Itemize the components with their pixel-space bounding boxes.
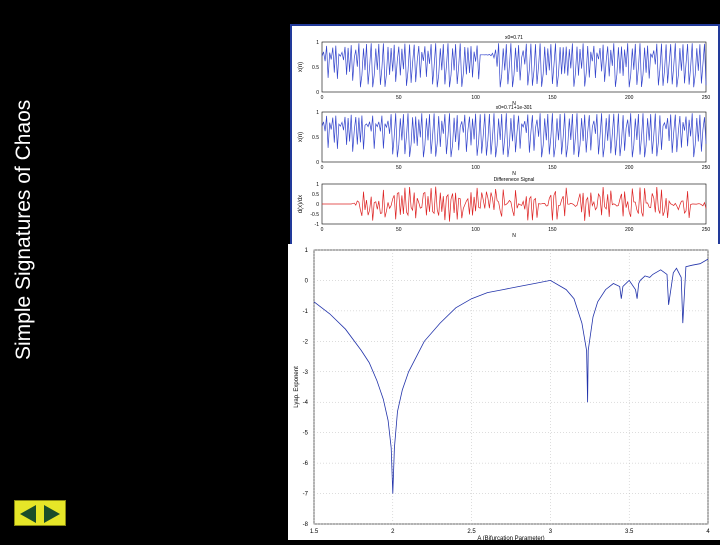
panel-ylabel: x(n): [298, 62, 304, 72]
triangle-left-icon[interactable]: [20, 505, 36, 523]
triangle-right-icon[interactable]: [44, 505, 60, 523]
x-tick-label: 250: [702, 95, 711, 101]
panel-ylabel: x(n): [298, 132, 304, 142]
panel-title: x0=0.71: [505, 35, 523, 41]
y-tick-label: -0.5: [310, 212, 319, 218]
y-tick-label: 0: [316, 90, 319, 96]
panel-title: x0=0.71+1e-301: [496, 105, 533, 111]
x-tick-label: 200: [625, 165, 634, 171]
x-tick-label: 3: [549, 529, 553, 535]
y-tick-label: -6: [303, 461, 309, 467]
x-tick-label: 250: [702, 227, 711, 233]
x-tick-label: 0: [321, 227, 324, 233]
y-axis-label: Lyap. Exponent: [294, 366, 300, 408]
y-tick-label: 1: [305, 248, 309, 254]
y-tick-label: -8: [303, 522, 309, 528]
plot-area: [313, 249, 709, 525]
x-tick-label: 4: [706, 529, 710, 535]
x-tick-label: 0: [321, 165, 324, 171]
y-tick-label: 0.5: [312, 135, 319, 141]
x-tick-label: 200: [625, 95, 634, 101]
x-tick-label: 2.5: [467, 529, 476, 535]
x-tick-label: 100: [471, 165, 480, 171]
y-tick-label: 0: [316, 160, 319, 166]
x-tick-label: 50: [396, 95, 402, 101]
x-tick-label: 150: [548, 95, 557, 101]
y-tick-label: 1: [316, 40, 319, 46]
y-tick-label: 1: [316, 182, 319, 188]
x-axis-label: N: [512, 233, 516, 239]
y-tick-label: 0: [316, 202, 319, 208]
x-tick-label: 250: [702, 165, 711, 171]
y-tick-label: -2: [303, 339, 309, 345]
navigation-buttons: [14, 500, 66, 526]
x-tick-label: 150: [548, 165, 557, 171]
x-axis-label: A (Bifurcation Parameter): [477, 536, 544, 540]
lyapunov-figure: 1.5 2 2.5 3 3.5 4 1 0 -1 -2 -3 -4 -5 -6 -7 -8 A (Bifurca…: [288, 244, 720, 542]
time-series-figure: x0=0.71 x(n) 0 0.5 1 0 50 100 150 200 250 Nx0=0.71+…: [290, 24, 720, 246]
panel-ylabel: d(x)/dx: [298, 195, 304, 213]
time-series-chart: x0=0.71x(n)00.510 50 100 150 200 250Nx0=0.71+…: [298, 35, 711, 239]
x-tick-label: 1.5: [310, 529, 319, 535]
lyapunov-chart: 1.5 2 2.5 3 3.5 4 1 0 -1 -2 -3 -4 -5 -6 -7 -8 A (Bifurca…: [294, 248, 710, 542]
y-tick-label: 0: [305, 278, 309, 284]
x-tick-label: 3.5: [625, 529, 634, 535]
x-tick-label: 0: [321, 95, 324, 101]
x-tick-label: 100: [471, 95, 480, 101]
y-tick-label: -7: [303, 492, 309, 498]
slide-title: Simple Signatures of Chaos: [12, 99, 35, 360]
y-tick-label: -1: [303, 309, 309, 315]
y-tick-label: -5: [303, 431, 309, 437]
x-tick-label: 200: [625, 227, 634, 233]
x-tick-label: 100: [471, 227, 480, 233]
y-tick-label: 1: [316, 110, 319, 116]
slide-title-container: Simple Signatures of Chaos: [8, 2, 48, 362]
panel-frame: [321, 183, 707, 225]
x-tick-label: 50: [396, 227, 402, 233]
y-tick-label: -1: [315, 222, 320, 228]
y-tick-label: 0.5: [312, 192, 319, 198]
x-tick-label: 2: [391, 529, 395, 535]
y-tick-label: -4: [303, 400, 309, 406]
panel-title: Differenece Signal: [494, 177, 535, 183]
x-tick-label: 150: [548, 227, 557, 233]
x-tick-label: 50: [396, 165, 402, 171]
y-tick-label: 0.5: [312, 65, 319, 71]
y-tick-label: -3: [303, 370, 309, 376]
